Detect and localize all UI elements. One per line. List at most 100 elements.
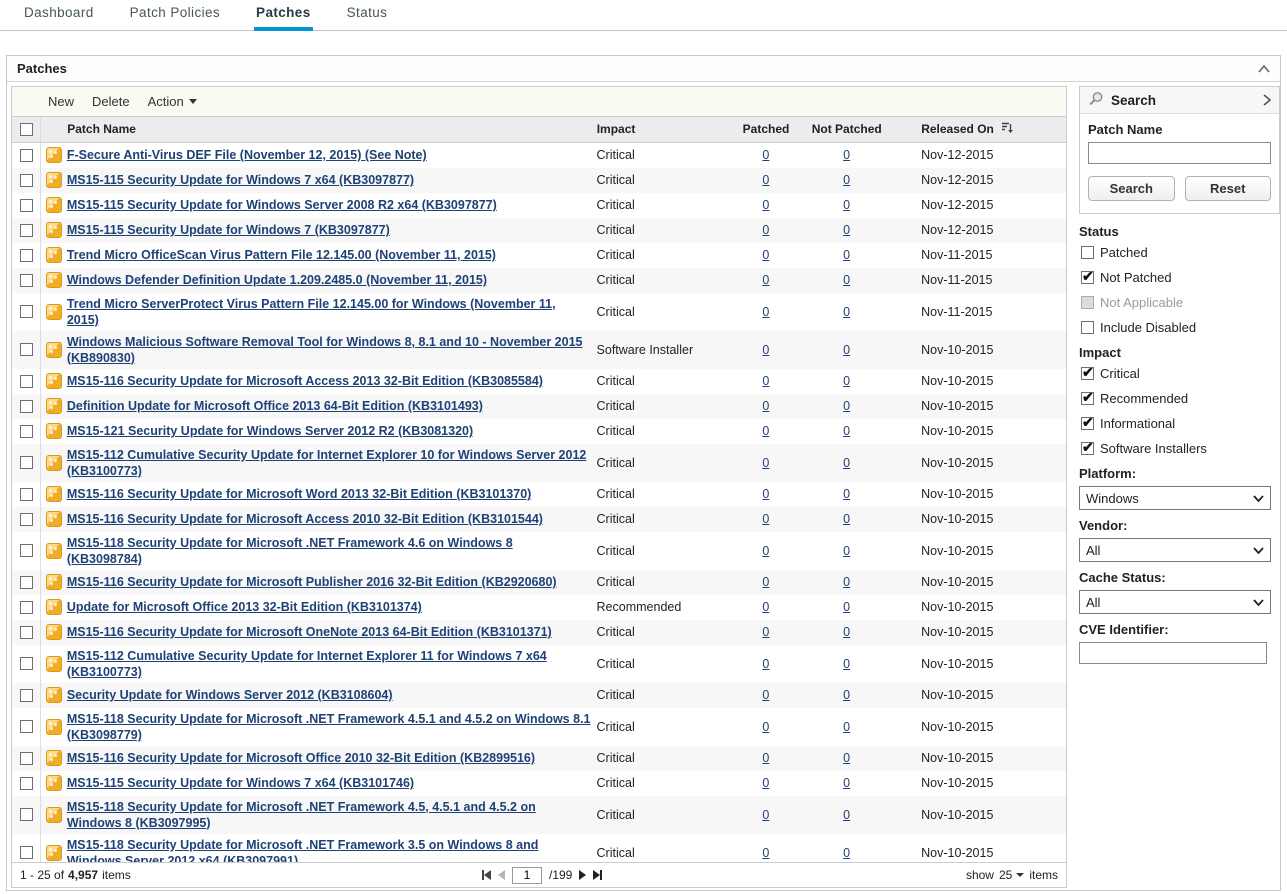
patch-name-link[interactable]: MS15-112 Cumulative Security Update for … bbox=[67, 448, 587, 478]
not-patched-count-link[interactable]: 0 bbox=[843, 600, 850, 614]
patched-count-link[interactable]: 0 bbox=[762, 751, 769, 765]
patch-name-link[interactable]: Windows Defender Definition Update 1.209… bbox=[67, 273, 487, 287]
filter-checkbox[interactable] bbox=[1081, 367, 1094, 380]
patched-count-link[interactable]: 0 bbox=[762, 374, 769, 388]
patch-name-link[interactable]: MS15-121 Security Update for Windows Ser… bbox=[67, 424, 473, 438]
tab-patches[interactable]: Patches bbox=[254, 0, 313, 31]
tab-dashboard[interactable]: Dashboard bbox=[22, 0, 96, 31]
filter-checkbox[interactable] bbox=[1081, 442, 1094, 455]
platform-select[interactable]: Windows bbox=[1079, 486, 1271, 510]
patch-name-link[interactable]: MS15-115 Security Update for Windows 7 x… bbox=[67, 173, 414, 187]
column-header-patched[interactable]: Patched bbox=[732, 122, 800, 136]
not-patched-count-link[interactable]: 0 bbox=[843, 657, 850, 671]
not-patched-count-link[interactable]: 0 bbox=[843, 374, 850, 388]
not-patched-count-link[interactable]: 0 bbox=[843, 399, 850, 413]
patched-count-link[interactable]: 0 bbox=[762, 846, 769, 860]
not-patched-count-link[interactable]: 0 bbox=[843, 198, 850, 212]
row-checkbox[interactable] bbox=[20, 657, 33, 670]
not-patched-count-link[interactable]: 0 bbox=[843, 625, 850, 639]
not-patched-count-link[interactable]: 0 bbox=[843, 456, 850, 470]
patched-count-link[interactable]: 0 bbox=[762, 424, 769, 438]
not-patched-count-link[interactable]: 0 bbox=[843, 424, 850, 438]
row-checkbox[interactable] bbox=[20, 224, 33, 237]
not-patched-count-link[interactable]: 0 bbox=[843, 223, 850, 237]
patched-count-link[interactable]: 0 bbox=[762, 625, 769, 639]
patched-count-link[interactable]: 0 bbox=[762, 575, 769, 589]
row-checkbox[interactable] bbox=[20, 689, 33, 702]
column-header-not-patched[interactable]: Not Patched bbox=[800, 122, 893, 136]
patched-count-link[interactable]: 0 bbox=[762, 305, 769, 319]
chevron-right-icon[interactable] bbox=[1263, 94, 1271, 106]
patched-count-link[interactable]: 0 bbox=[762, 512, 769, 526]
filter-checkbox[interactable] bbox=[1081, 417, 1094, 430]
patched-count-link[interactable]: 0 bbox=[762, 223, 769, 237]
patched-count-link[interactable]: 0 bbox=[762, 148, 769, 162]
patched-count-link[interactable]: 0 bbox=[762, 399, 769, 413]
patched-count-link[interactable]: 0 bbox=[762, 776, 769, 790]
patch-name-link[interactable]: MS15-116 Security Update for Microsoft A… bbox=[67, 512, 543, 526]
cache-status-select[interactable]: All bbox=[1079, 590, 1271, 614]
row-checkbox[interactable] bbox=[20, 601, 33, 614]
row-checkbox[interactable] bbox=[20, 808, 33, 821]
row-checkbox[interactable] bbox=[20, 576, 33, 589]
tab-status[interactable]: Status bbox=[345, 0, 390, 31]
not-patched-count-link[interactable]: 0 bbox=[843, 248, 850, 262]
patched-count-link[interactable]: 0 bbox=[762, 487, 769, 501]
patched-count-link[interactable]: 0 bbox=[762, 273, 769, 287]
last-page-button[interactable] bbox=[593, 870, 602, 880]
patched-count-link[interactable]: 0 bbox=[762, 720, 769, 734]
patch-name-link[interactable]: Update for Microsoft Office 2013 32-Bit … bbox=[67, 600, 422, 614]
row-checkbox[interactable] bbox=[20, 400, 33, 413]
previous-page-button[interactable] bbox=[498, 870, 505, 880]
patched-count-link[interactable]: 0 bbox=[762, 688, 769, 702]
collapse-panel-icon[interactable] bbox=[1258, 65, 1270, 73]
not-patched-count-link[interactable]: 0 bbox=[843, 808, 850, 822]
filter-checkbox[interactable] bbox=[1081, 321, 1094, 334]
not-patched-count-link[interactable]: 0 bbox=[843, 173, 850, 187]
row-checkbox[interactable] bbox=[20, 752, 33, 765]
patch-name-link[interactable]: Security Update for Windows Server 2012 … bbox=[67, 688, 393, 702]
not-patched-count-link[interactable]: 0 bbox=[843, 343, 850, 357]
patched-count-link[interactable]: 0 bbox=[762, 544, 769, 558]
patch-name-link[interactable]: MS15-118 Security Update for Microsoft .… bbox=[67, 800, 536, 830]
not-patched-count-link[interactable]: 0 bbox=[843, 544, 850, 558]
page-number-input[interactable] bbox=[512, 867, 542, 884]
row-checkbox[interactable] bbox=[20, 513, 33, 526]
column-header-released-on[interactable]: Released On bbox=[893, 122, 1066, 137]
not-patched-count-link[interactable]: 0 bbox=[843, 751, 850, 765]
patch-name-link[interactable]: MS15-115 Security Update for Windows Ser… bbox=[67, 198, 497, 212]
patch-name-link[interactable]: MS15-118 Security Update for Microsoft .… bbox=[67, 536, 513, 566]
tab-patch-policies[interactable]: Patch Policies bbox=[128, 0, 222, 31]
patched-count-link[interactable]: 0 bbox=[762, 198, 769, 212]
search-button[interactable]: Search bbox=[1088, 176, 1175, 201]
cve-input[interactable] bbox=[1079, 642, 1267, 664]
first-page-button[interactable] bbox=[482, 870, 491, 880]
delete-button[interactable]: Delete bbox=[92, 94, 130, 109]
patch-name-link[interactable]: Definition Update for Microsoft Office 2… bbox=[67, 399, 483, 413]
filter-checkbox[interactable] bbox=[1081, 392, 1094, 405]
patch-name-link[interactable]: MS15-112 Cumulative Security Update for … bbox=[67, 649, 547, 679]
not-patched-count-link[interactable]: 0 bbox=[843, 776, 850, 790]
row-checkbox[interactable] bbox=[20, 249, 33, 262]
patch-name-link[interactable]: Trend Micro ServerProtect Virus Pattern … bbox=[67, 297, 556, 327]
patched-count-link[interactable]: 0 bbox=[762, 600, 769, 614]
row-checkbox[interactable] bbox=[20, 488, 33, 501]
sort-descending-icon[interactable] bbox=[1002, 122, 1013, 137]
patched-count-link[interactable]: 0 bbox=[762, 248, 769, 262]
row-checkbox[interactable] bbox=[20, 846, 33, 859]
row-checkbox[interactable] bbox=[20, 305, 33, 318]
patch-name-link[interactable]: Windows Malicious Software Removal Tool … bbox=[67, 335, 583, 365]
reset-button[interactable]: Reset bbox=[1185, 176, 1272, 201]
patched-count-link[interactable]: 0 bbox=[762, 343, 769, 357]
patch-name-link[interactable]: MS15-115 Security Update for Windows 7 x… bbox=[67, 776, 414, 790]
select-all-checkbox[interactable] bbox=[20, 123, 33, 136]
patch-name-link[interactable]: MS15-116 Security Update for Microsoft O… bbox=[67, 625, 552, 639]
patch-name-link[interactable]: Trend Micro OfficeScan Virus Pattern Fil… bbox=[67, 248, 496, 262]
not-patched-count-link[interactable]: 0 bbox=[843, 305, 850, 319]
row-checkbox[interactable] bbox=[20, 626, 33, 639]
column-header-impact[interactable]: Impact bbox=[597, 122, 732, 136]
filter-checkbox[interactable] bbox=[1081, 246, 1094, 259]
patch-name-link[interactable]: MS15-116 Security Update for Microsoft W… bbox=[67, 487, 531, 501]
row-checkbox[interactable] bbox=[20, 375, 33, 388]
not-patched-count-link[interactable]: 0 bbox=[843, 846, 850, 860]
